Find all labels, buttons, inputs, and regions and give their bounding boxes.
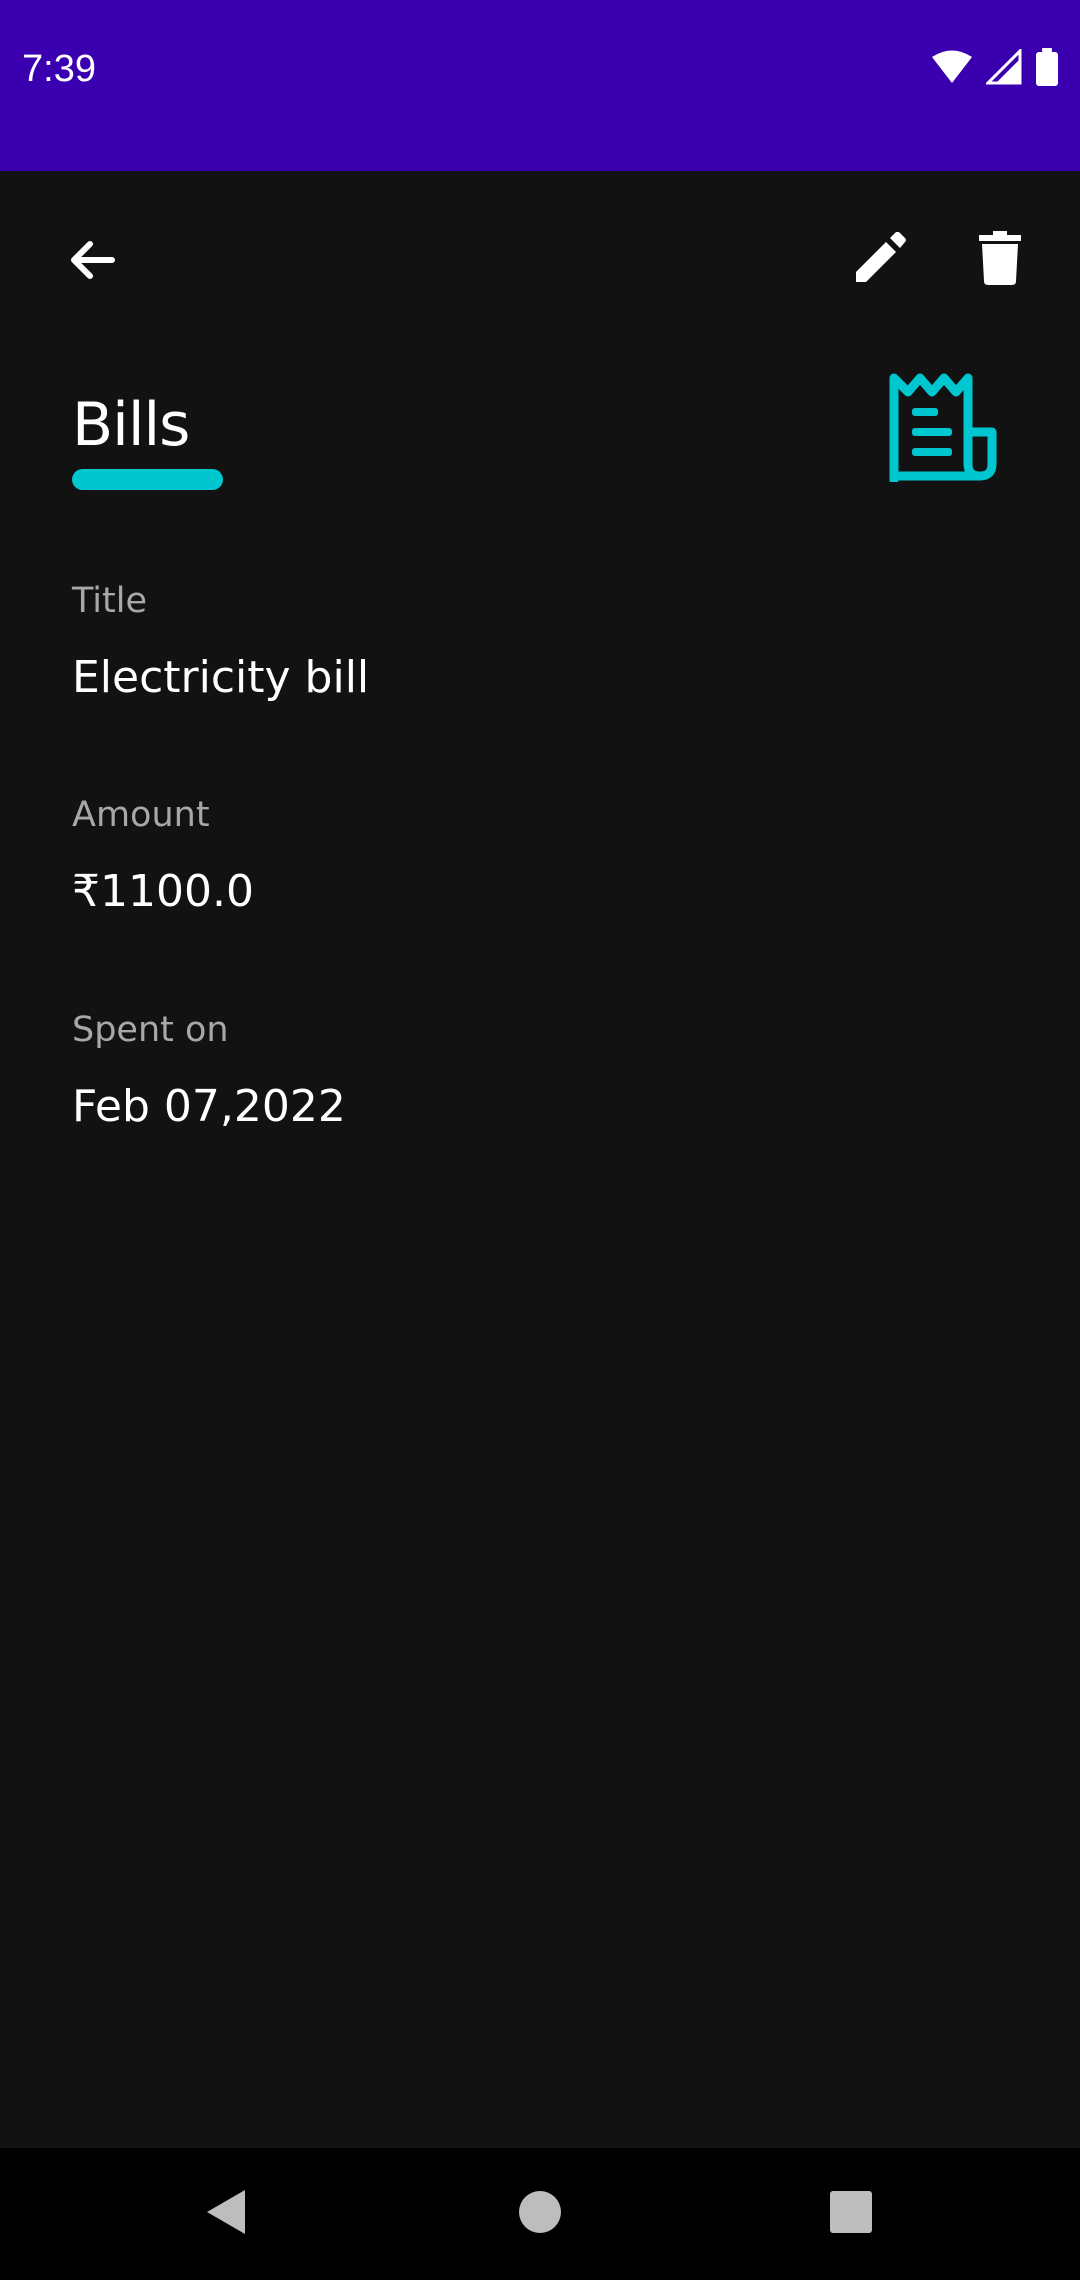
delete-button[interactable] <box>960 220 1040 300</box>
category-title: Bills <box>72 390 190 460</box>
back-button[interactable] <box>52 222 132 302</box>
battery-icon <box>1036 48 1058 90</box>
title-label: Title <box>72 581 148 621</box>
nav-recents-button[interactable] <box>806 2169 896 2259</box>
expense-detail-screen: 7:39 Bills Title Electricity bill Amount… <box>0 0 1080 2280</box>
receipt-icon <box>888 372 1002 485</box>
nav-back-button[interactable] <box>182 2169 272 2259</box>
category-underline <box>72 469 223 490</box>
cellular-signal-icon <box>984 47 1022 89</box>
title-value: Electricity bill <box>72 652 370 703</box>
status-bar: 7:39 <box>0 0 1080 171</box>
amount-value: ₹1100.0 <box>72 866 254 917</box>
trash-icon <box>979 231 1021 289</box>
pencil-icon <box>854 231 906 288</box>
arrow-left-icon <box>68 240 116 284</box>
nav-home-icon <box>518 2190 562 2238</box>
status-icons <box>932 44 1058 94</box>
nav-recents-icon <box>829 2190 873 2238</box>
amount-label: Amount <box>72 795 210 835</box>
nav-home-button[interactable] <box>495 2169 585 2259</box>
status-time: 7:39 <box>22 48 96 90</box>
nav-back-icon <box>205 2188 249 2240</box>
spent-on-label: Spent on <box>72 1010 229 1050</box>
system-nav-bar <box>0 2148 1080 2280</box>
edit-button[interactable] <box>840 220 920 300</box>
wifi-icon <box>932 50 972 88</box>
spent-on-value: Feb 07,2022 <box>72 1081 346 1132</box>
